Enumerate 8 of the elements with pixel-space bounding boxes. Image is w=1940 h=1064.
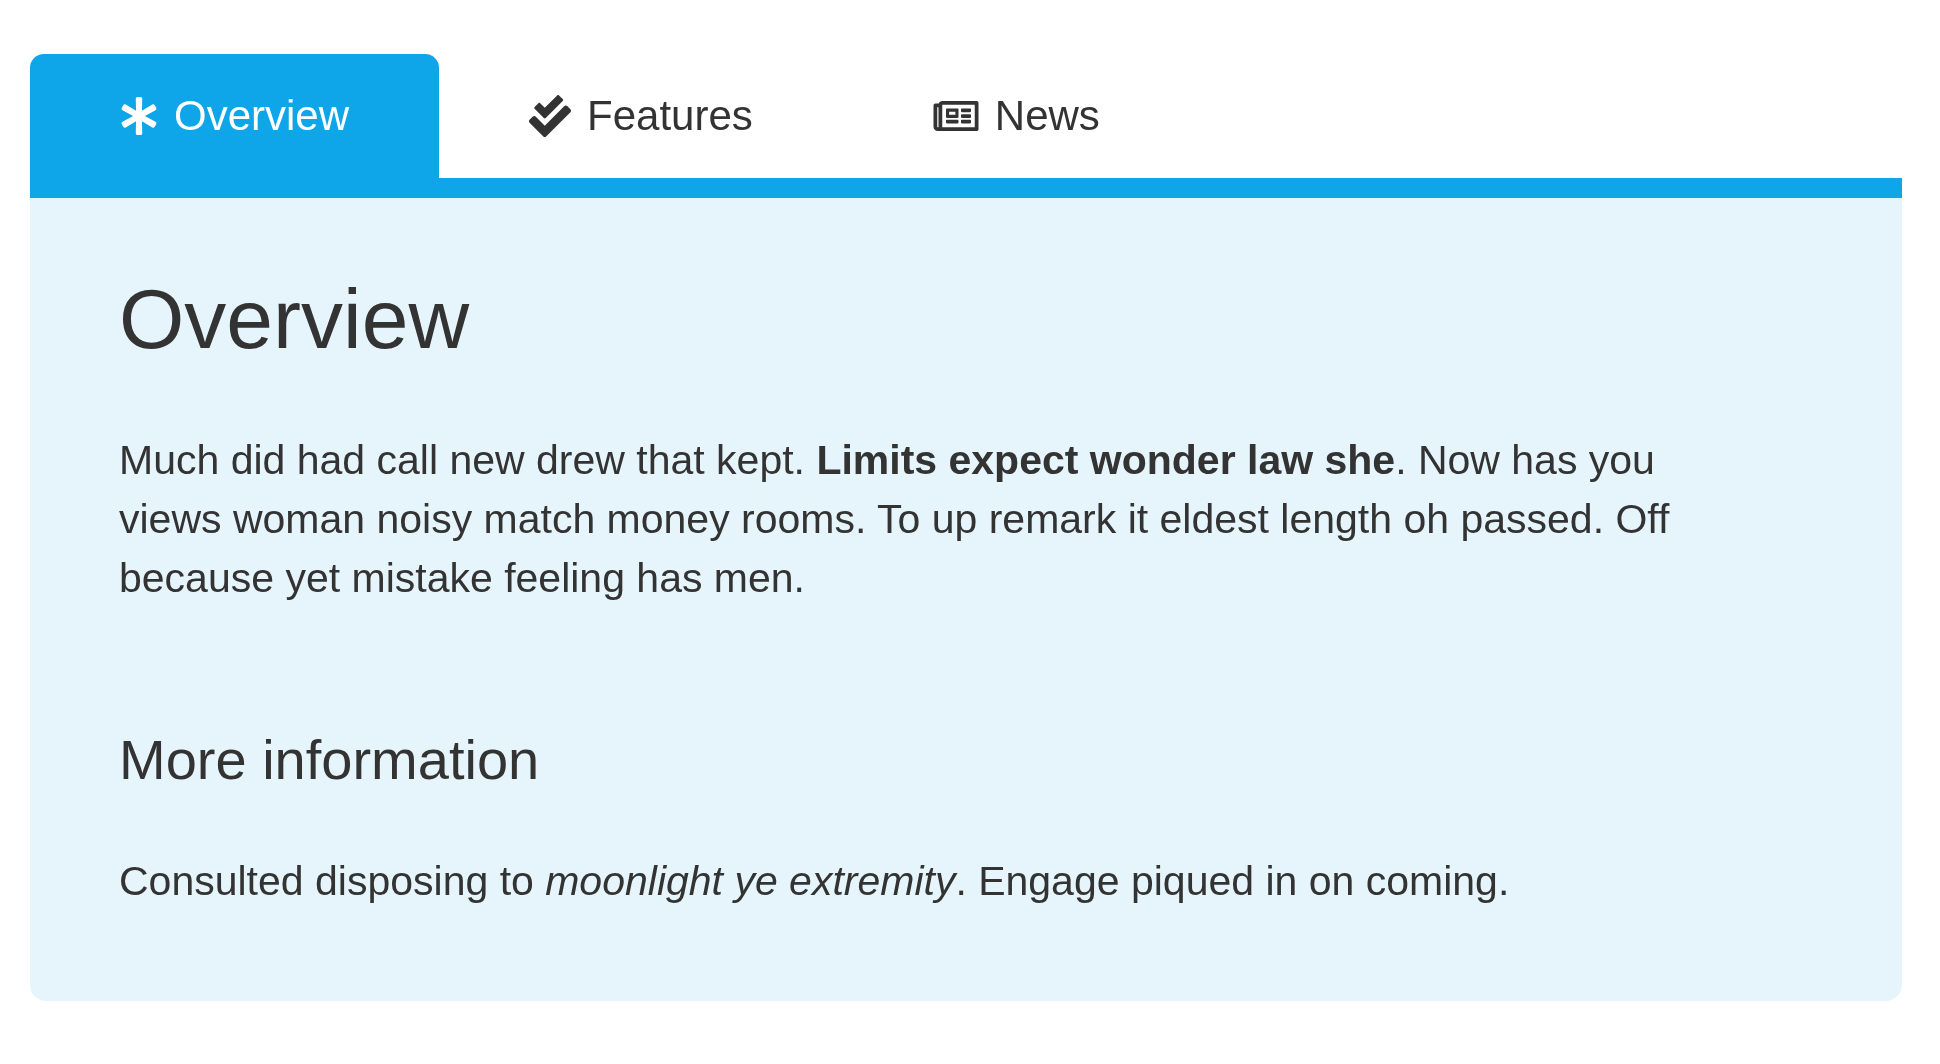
double-check-icon [529, 95, 572, 137]
tab[interactable]: Features [439, 54, 843, 178]
section-title: More information [119, 732, 540, 788]
tab[interactable]: News [842, 54, 1190, 178]
panel-title: Overview [119, 277, 470, 361]
section-paragraph: Consulted disposing to moonlight ye extremity. Engage piqued in on coming. [119, 857, 1510, 906]
asterisk-icon [120, 97, 158, 135]
intro-paragraph: Much did had call new drew that kept. Limits expect wonder law she. Now has you views woman noisy match money rooms. To up remark it eldest length oh passed. Off because yet mistake feeling has men. [119, 436, 1671, 603]
